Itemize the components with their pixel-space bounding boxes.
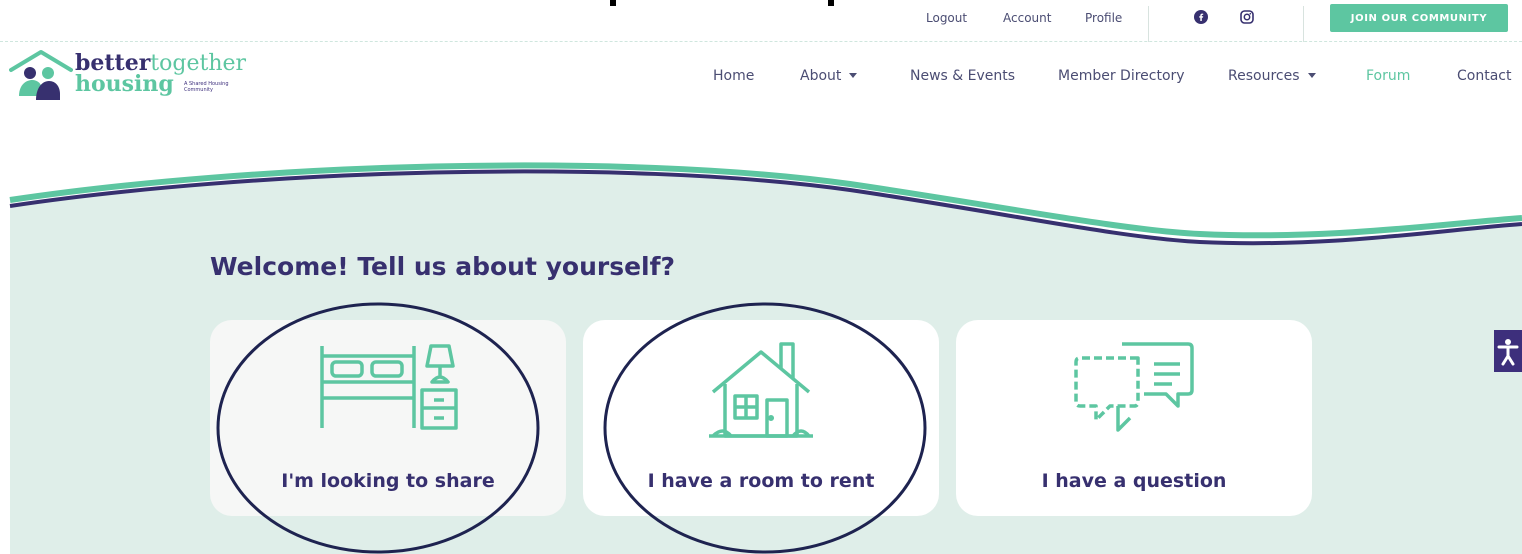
card-label: I have a room to rent	[647, 470, 875, 492]
logout-link[interactable]: Logout	[926, 11, 967, 25]
nav-about-label: About	[800, 68, 842, 84]
card-room-to-rent[interactable]: I have a room to rent	[583, 320, 939, 516]
house-icon	[709, 342, 813, 438]
nav-news-events[interactable]: News & Events	[910, 68, 1015, 84]
card-looking-to-share[interactable]: I'm looking to share	[210, 320, 566, 516]
chevron-down-icon	[1307, 73, 1316, 78]
instagram-icon[interactable]	[1240, 9, 1254, 24]
facebook-icon[interactable]	[1194, 9, 1208, 24]
chat-bubbles-icon	[1074, 342, 1194, 432]
bed-icon	[320, 344, 458, 430]
nav-home[interactable]: Home	[713, 68, 754, 84]
profile-link[interactable]: Profile	[1085, 11, 1122, 25]
nav-contact[interactable]: Contact	[1457, 68, 1511, 84]
nav-about[interactable]: About	[800, 68, 858, 84]
welcome-heading: Welcome! Tell us about yourself?	[210, 252, 676, 281]
join-community-button[interactable]: JOIN OUR COMMUNITY	[1330, 4, 1508, 32]
logo-mark-icon	[9, 50, 73, 100]
site-logo[interactable]: bettertogether housing A Shared Housing …	[9, 48, 246, 104]
divider	[1303, 6, 1304, 42]
card-have-question[interactable]: I have a question	[956, 320, 1312, 516]
nav-member-directory[interactable]: Member Directory	[1058, 68, 1185, 84]
header-divider-line	[0, 41, 1522, 42]
account-link[interactable]: Account	[1003, 11, 1051, 25]
logo-tagline: A Shared Housing Community	[184, 81, 229, 93]
accessibility-widget[interactable]	[1494, 330, 1522, 372]
accessibility-icon	[1497, 339, 1519, 366]
chevron-down-icon	[849, 73, 858, 78]
top-utility-bar: Logout Account Profile JOIN OUR COMMUNIT…	[0, 0, 1522, 42]
nav-forum[interactable]: Forum	[1366, 68, 1410, 84]
card-label: I have a question	[1041, 470, 1227, 492]
logo-word-housing: housing	[75, 71, 174, 97]
nav-resources[interactable]: Resources	[1228, 68, 1316, 84]
divider	[1148, 6, 1149, 42]
card-label: I'm looking to share	[281, 470, 495, 492]
nav-resources-label: Resources	[1228, 68, 1300, 84]
